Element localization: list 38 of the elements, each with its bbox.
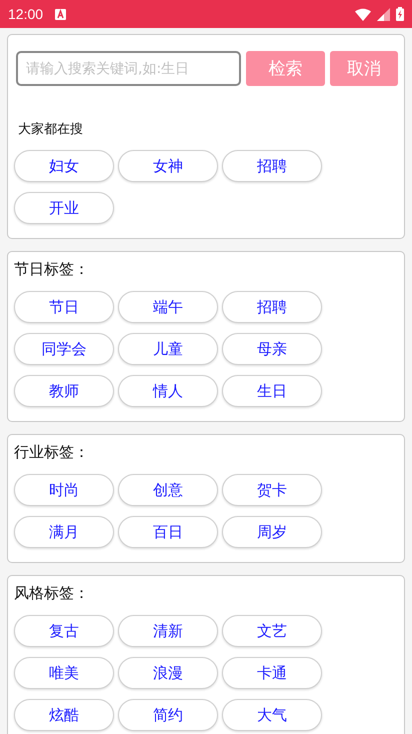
section-title: 行业标签： <box>14 443 90 462</box>
tag-chip[interactable]: 开业 <box>14 192 114 224</box>
tag-chip[interactable]: 端午 <box>118 291 218 323</box>
tag-chip[interactable]: 生日 <box>222 375 322 407</box>
tag-chip[interactable]: 时尚 <box>14 474 114 506</box>
battery-icon <box>396 7 404 21</box>
tag-chip[interactable]: 清新 <box>118 615 218 647</box>
tag-chip[interactable]: 创意 <box>118 474 218 506</box>
section-title: 风格标签： <box>14 584 90 603</box>
tag-chip[interactable]: 浪漫 <box>118 657 218 689</box>
tag-chip[interactable]: 情人 <box>118 375 218 407</box>
wifi-icon <box>355 8 371 20</box>
tag-chip[interactable]: 儿童 <box>118 333 218 365</box>
tag-chip[interactable]: 同学会 <box>14 333 114 365</box>
tag-chip[interactable]: 女神 <box>118 150 218 182</box>
tag-chip[interactable]: 满月 <box>14 516 114 548</box>
tag-chip[interactable]: 教师 <box>14 375 114 407</box>
tag-chip[interactable]: 卡通 <box>222 657 322 689</box>
tag-chip[interactable]: 文艺 <box>222 615 322 647</box>
tag-chip[interactable]: 贺卡 <box>222 474 322 506</box>
tag-chip[interactable]: 招聘 <box>222 150 322 182</box>
tag-chip[interactable]: 简约 <box>118 699 218 731</box>
tag-chip[interactable]: 大气 <box>222 699 322 731</box>
status-time: 12:00 <box>8 6 44 22</box>
popular-title: 大家都在搜 <box>18 121 84 138</box>
tag-chip[interactable]: 妇女 <box>14 150 114 182</box>
tag-chip[interactable]: 节日 <box>14 291 114 323</box>
tag-chip[interactable]: 母亲 <box>222 333 322 365</box>
tag-chip[interactable]: 复古 <box>14 615 114 647</box>
notification-icon <box>55 8 66 20</box>
search-field[interactable]: 请输入搜索关键词,如:生日 <box>16 51 241 86</box>
tag-chip[interactable]: 唯美 <box>14 657 114 689</box>
tag-chip[interactable]: 百日 <box>118 516 218 548</box>
tag-chip[interactable]: 招聘 <box>222 291 322 323</box>
section-title: 节日标签： <box>14 260 90 279</box>
tag-chip[interactable]: 炫酷 <box>14 699 114 731</box>
signal-icon <box>377 8 390 20</box>
tag-chip[interactable]: 周岁 <box>222 516 322 548</box>
